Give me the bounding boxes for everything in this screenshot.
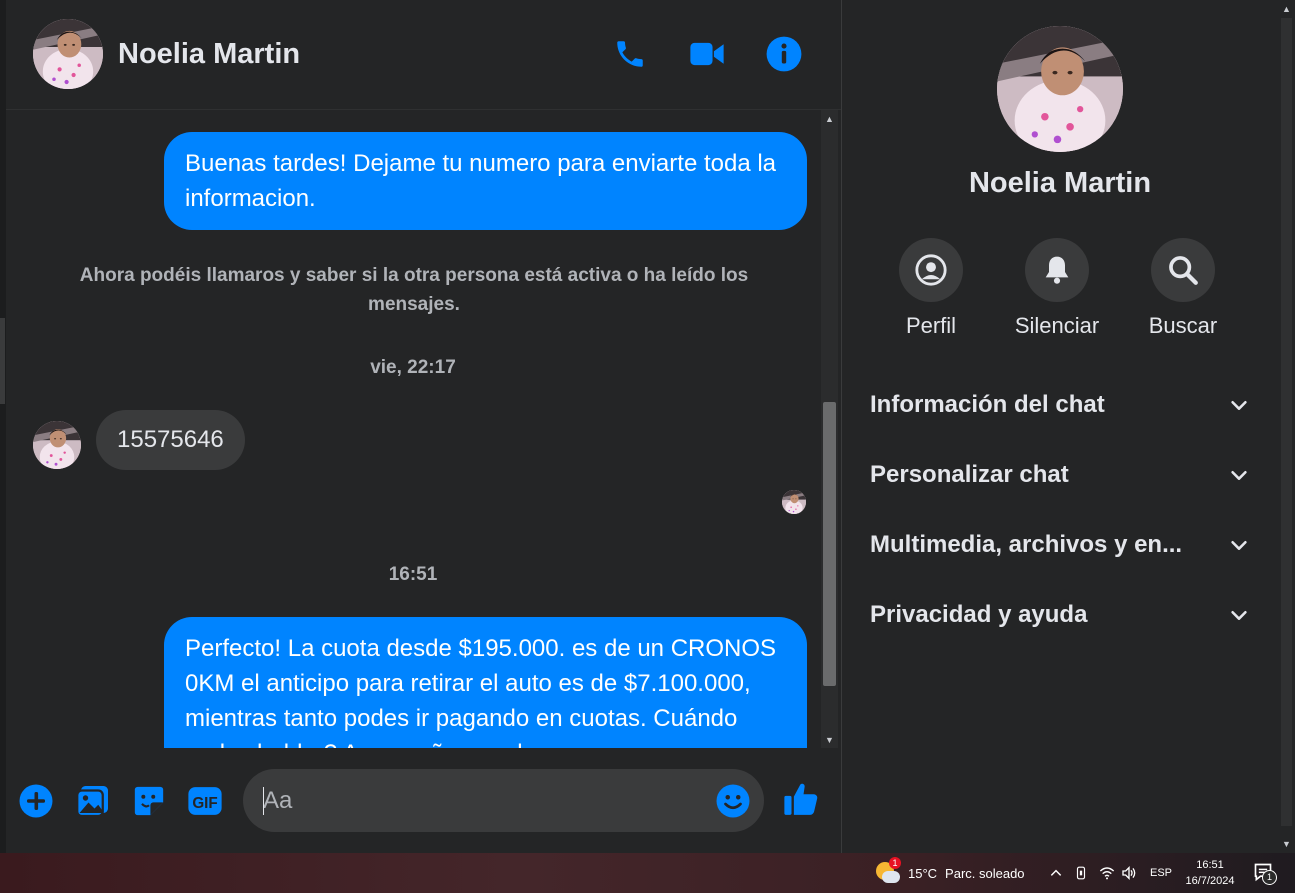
windows-taskbar: 1 15°C Parc. soleado ESP 16:51 16/7/2024… — [0, 853, 1295, 893]
weather-sun-cloud-icon: 1 — [874, 857, 901, 886]
weather-alert-badge: 1 — [889, 857, 901, 869]
profile-action[interactable]: Perfil — [876, 238, 986, 339]
mute-action[interactable]: Silenciar — [1002, 238, 1112, 339]
gif-button[interactable]: GIF — [185, 781, 225, 821]
scroll-up-arrow-icon[interactable]: ▲ — [1278, 0, 1295, 17]
wifi-icon — [1099, 867, 1115, 880]
profile-icon — [915, 254, 947, 286]
message-input-container[interactable] — [243, 769, 764, 832]
tray-wifi[interactable] — [1099, 853, 1115, 893]
clock-time: 16:51 — [1196, 859, 1224, 871]
section-label: Multimedia, archivos y en... — [870, 531, 1183, 558]
panel-contact-avatar[interactable] — [997, 26, 1123, 152]
contact-name[interactable]: Noelia Martin — [118, 38, 300, 71]
notification-center-button[interactable]: 1 — [1253, 853, 1277, 893]
panel-scrollbar[interactable]: ▲ ▼ — [1278, 0, 1295, 853]
mute-action-label: Silenciar — [1014, 313, 1100, 338]
system-clock[interactable]: 16:51 16/7/2024 — [1180, 857, 1240, 889]
contact-avatar[interactable] — [33, 19, 103, 89]
message-timestamp: vie, 22:17 — [370, 357, 456, 378]
section-media-files[interactable]: Multimedia, archivos y en... — [870, 520, 1250, 570]
panel-scrollbar-thumb[interactable] — [1281, 18, 1292, 826]
attach-image-button[interactable] — [73, 781, 113, 821]
device-icon — [1076, 866, 1086, 880]
section-label: Información del chat — [870, 391, 1105, 418]
tray-volume[interactable] — [1121, 853, 1137, 893]
left-scrollbar-thumb[interactable] — [0, 318, 5, 404]
message-scrollbar-thumb[interactable] — [823, 402, 836, 686]
conversation-details-panel: Noelia Martin Perfil Silenciar Buscar In… — [842, 0, 1278, 853]
seen-indicator-avatar — [782, 490, 806, 514]
message-input[interactable] — [263, 779, 693, 822]
search-icon — [1169, 256, 1198, 285]
outgoing-message[interactable]: Buenas tardes! Dejame tu numero para env… — [164, 132, 807, 230]
plus-icon — [19, 784, 53, 818]
profile-action-label: Perfil — [905, 313, 957, 338]
system-notice: Ahora podéis llamaros y saber si la otra… — [79, 265, 749, 315]
weather-temperature: 15°C — [908, 865, 938, 881]
chevron-down-icon — [1231, 540, 1247, 550]
phone-icon — [617, 41, 643, 67]
section-customize-chat[interactable]: Personalizar chat — [870, 450, 1250, 500]
weather-widget[interactable]: 1 15°C Parc. soleado — [874, 853, 1025, 893]
text-caret — [263, 787, 264, 815]
video-call-button[interactable] — [687, 34, 727, 74]
gif-label: GIF — [192, 795, 217, 812]
show-hidden-icons-button[interactable] — [1049, 853, 1063, 893]
sticker-icon — [134, 786, 164, 816]
section-chat-info[interactable]: Información del chat — [870, 380, 1250, 430]
scroll-up-arrow-icon[interactable]: ▲ — [821, 110, 838, 127]
message-list[interactable]: Buenas tardes! Dejame tu numero para env… — [6, 110, 820, 748]
emoji-icon — [716, 784, 750, 818]
thumbs-up-icon — [784, 783, 818, 815]
sender-avatar[interactable] — [33, 421, 81, 469]
image-icon — [76, 786, 108, 818]
weather-description: Parc. soleado — [945, 865, 1025, 881]
clock-date: 16/7/2024 — [1185, 875, 1235, 887]
scroll-down-arrow-icon[interactable]: ▼ — [821, 731, 838, 748]
tray-device-icon[interactable] — [1074, 853, 1088, 893]
chat-header: Noelia Martin — [6, 0, 841, 110]
gif-icon: GIF — [188, 787, 222, 815]
bell-icon — [1045, 256, 1069, 284]
outgoing-message[interactable]: Perfecto! La cuota desde $195.000. es de… — [164, 617, 807, 748]
chevron-down-icon — [1231, 470, 1247, 480]
send-like-button[interactable] — [781, 779, 821, 819]
speaker-icon — [1122, 866, 1136, 880]
chevron-down-icon — [1231, 400, 1247, 410]
voice-call-button[interactable] — [610, 34, 650, 74]
emoji-button[interactable] — [713, 781, 753, 821]
chevron-up-icon — [1050, 869, 1062, 876]
search-action[interactable]: Buscar — [1128, 238, 1238, 339]
messenger-window: Noelia Martin Buenas tardes! Dejame tu n… — [0, 0, 1295, 853]
message-timestamp: 16:51 — [388, 564, 438, 585]
search-action-label: Buscar — [1148, 313, 1218, 338]
section-label: Personalizar chat — [870, 461, 1069, 488]
composer: GIF — [6, 748, 841, 853]
info-icon — [766, 36, 802, 72]
scroll-down-arrow-icon[interactable]: ▼ — [1278, 835, 1295, 852]
section-label: Privacidad y ayuda — [870, 601, 1088, 628]
video-camera-icon — [690, 42, 724, 66]
notification-count-badge: 1 — [1262, 870, 1277, 885]
sticker-button[interactable] — [129, 781, 169, 821]
message-scrollbar[interactable]: ▲ ▼ — [821, 110, 838, 748]
panel-contact-name: Noelia Martin — [968, 167, 1152, 199]
notification-icon: 1 — [1253, 862, 1277, 885]
conversation-info-button[interactable] — [764, 34, 804, 74]
incoming-message[interactable]: 15575646 — [96, 410, 245, 470]
input-language[interactable]: ESP — [1150, 853, 1172, 893]
chevron-down-icon — [1231, 610, 1247, 620]
section-privacy-help[interactable]: Privacidad y ayuda — [870, 590, 1250, 640]
more-actions-button[interactable] — [16, 781, 56, 821]
